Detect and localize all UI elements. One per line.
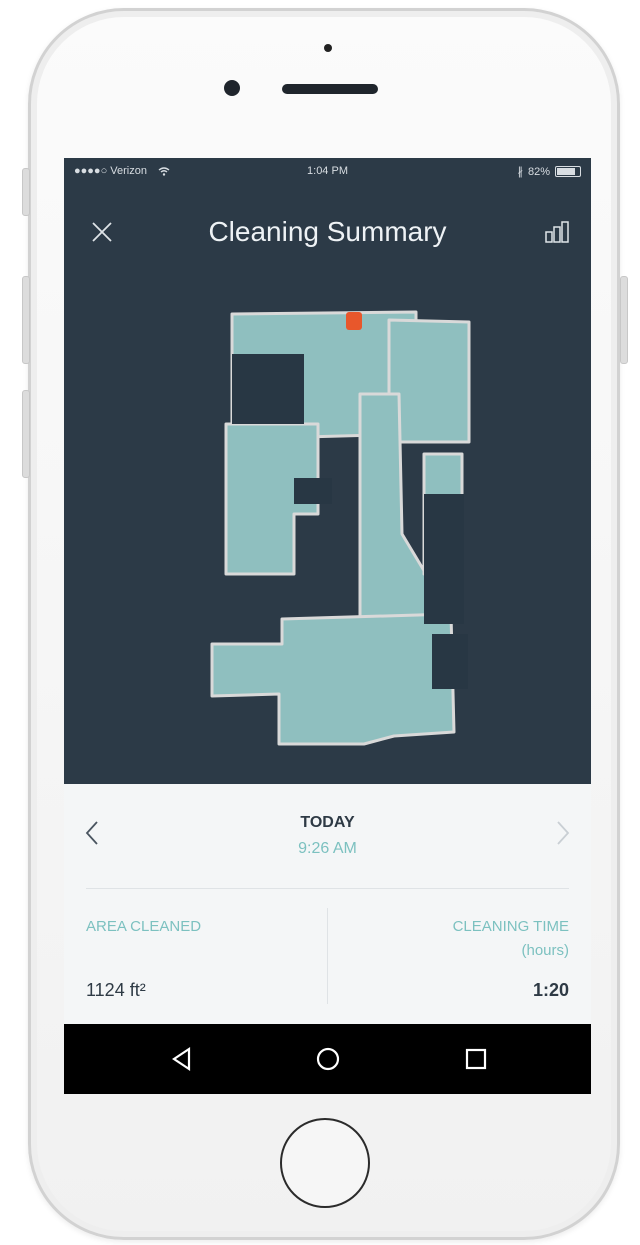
nav-home-button[interactable] <box>313 1044 343 1074</box>
floor-region-bottom <box>210 612 456 746</box>
battery-icon <box>555 166 581 177</box>
silent-switch <box>22 168 30 216</box>
front-camera <box>224 80 240 96</box>
date-label: TODAY <box>300 814 355 831</box>
system-nav-bar <box>64 1024 591 1094</box>
summary-panel: TODAY 9:26 AM AREA CLEANED 1124 ft² CLEA… <box>64 784 591 1024</box>
app-screen: ●●●●○ Verizon 1:04 PM ∦ 82% Cleaning Sum… <box>64 158 591 1094</box>
home-circle-icon <box>316 1047 340 1071</box>
robot-marker <box>346 312 362 330</box>
cleaning-time-value: 1:20 <box>532 980 569 1000</box>
cleaning-time-unit: (hours) <box>521 942 569 959</box>
nav-recents-button[interactable] <box>461 1044 491 1074</box>
bluetooth-icon: ∦ <box>517 166 523 178</box>
obstacle-room-left <box>232 354 304 424</box>
earpiece-speaker <box>282 84 378 94</box>
status-bar: ●●●●○ Verizon 1:04 PM ∦ 82% <box>64 158 591 184</box>
obstacle-sofa <box>294 478 332 504</box>
nav-back-button[interactable] <box>167 1044 197 1074</box>
app-header: Cleaning Summary <box>64 208 591 258</box>
battery-fill <box>557 168 575 175</box>
power-button <box>620 276 628 364</box>
summary-divider <box>86 888 569 889</box>
battery-percent: 82% <box>527 165 550 178</box>
next-day-button[interactable] <box>551 820 575 850</box>
chevron-right-icon <box>557 821 570 845</box>
stats-button[interactable] <box>543 220 573 244</box>
proximity-sensor <box>324 44 332 52</box>
volume-down-button <box>22 390 30 478</box>
battery-status: ∦ 82% <box>517 165 581 178</box>
area-cleaned-value: 1124 ft² <box>86 980 146 1000</box>
clock-label: 1:04 PM <box>307 165 348 177</box>
recents-square-icon <box>465 1048 487 1070</box>
back-triangle-icon <box>172 1046 191 1072</box>
page-title: Cleaning Summary <box>208 216 447 247</box>
stats-divider <box>327 908 328 1004</box>
volume-up-button <box>22 276 30 364</box>
area-cleaned-label: AREA CLEANED <box>86 918 202 935</box>
cleaning-map <box>64 274 591 784</box>
bar-chart-icon <box>545 221 569 243</box>
floor-map <box>210 310 471 746</box>
cleaning-time-label: CLEANING TIME <box>452 918 569 935</box>
obstacle-right-wall <box>424 494 464 624</box>
date-time: 9:26 AM <box>298 840 357 857</box>
obstacle-cabinet <box>432 634 468 689</box>
home-button[interactable] <box>280 1118 370 1208</box>
